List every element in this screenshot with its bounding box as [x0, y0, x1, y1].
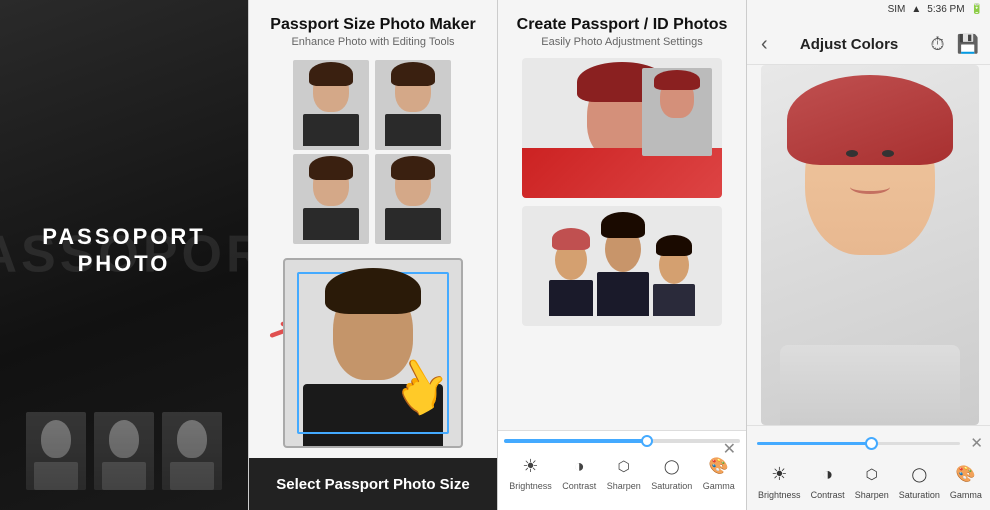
passport-photo-grid	[293, 60, 453, 244]
portrait-area	[761, 65, 979, 425]
big-hair	[325, 268, 421, 314]
saturation-tool[interactable]: ◯ Saturation	[651, 453, 692, 491]
color-slider[interactable]	[757, 442, 960, 445]
carrier-text: SIM	[888, 4, 906, 15]
brightness-label: Brightness	[509, 481, 552, 491]
panel-2-title: Passport Size Photo Maker	[270, 16, 475, 34]
panel-2-footer[interactable]: Select Passport Photo Size	[249, 458, 497, 510]
panel-2-passport-maker: Passport Size Photo Maker Enhance Photo …	[249, 0, 497, 510]
passport-thumb-2	[94, 412, 154, 490]
panel-4-toolbar: ✕ ☀ Brightness ◑ Contrast ⬡ Sharpen ◯ Sa…	[747, 425, 990, 510]
p4-brightness-icon: ☀	[765, 460, 793, 488]
saturation-label: Saturation	[651, 481, 692, 491]
saturation-icon: ◯	[659, 453, 685, 479]
id-small-face	[660, 76, 694, 118]
portrait-bg	[761, 65, 979, 425]
save-icon[interactable]: 💾	[957, 34, 979, 55]
passport-thumb-1	[26, 412, 86, 490]
grid-photo-2	[375, 60, 451, 150]
p4-contrast-label: Contrast	[811, 490, 845, 500]
p4-sharpen-label: Sharpen	[855, 490, 889, 500]
status-bar: SIM ▲ 5:36 PM 🔋	[747, 0, 990, 19]
right-eye	[882, 150, 894, 157]
time-text: 5:36 PM	[927, 4, 964, 15]
brightness-tool[interactable]: ☀ Brightness	[509, 453, 552, 491]
sharpen-icon: ⬡	[611, 453, 637, 479]
group-person-1	[549, 240, 593, 316]
brightness-slider[interactable]	[504, 439, 740, 443]
id-photo-bottom	[522, 206, 722, 326]
p4-saturation-icon: ◯	[905, 460, 933, 488]
title-line2: PHOTO	[78, 251, 171, 276]
panel-2-subtitle: Enhance Photo with Editing Tools	[291, 36, 454, 48]
color-slider-thumb[interactable]	[865, 437, 878, 450]
grid-photo-3	[293, 154, 369, 244]
toolbar-close-button[interactable]: ✕	[723, 439, 736, 459]
passport-thumb-3	[162, 412, 222, 490]
group-photo	[522, 206, 722, 326]
left-eye	[846, 150, 858, 157]
p4-saturation-label: Saturation	[899, 490, 940, 500]
p4-contrast-icon: ◑	[814, 460, 842, 488]
panel-3-title: Create Passport / ID Photos	[517, 16, 728, 34]
p4-gamma-tool[interactable]: 🎨 Gamma	[950, 460, 982, 500]
p4-contrast-tool[interactable]: ◑ Contrast	[811, 460, 845, 500]
gamma-label: Gamma	[703, 481, 735, 491]
contrast-icon: ◑	[566, 453, 592, 479]
panel-2-footer-text: Select Passport Photo Size	[276, 476, 469, 493]
sharpen-label: Sharpen	[607, 481, 641, 491]
p4-brightness-label: Brightness	[758, 490, 801, 500]
title-line1: PASSOPORT	[42, 224, 206, 249]
passport-thumbnail-strip	[26, 412, 222, 490]
p4-saturation-tool[interactable]: ◯ Saturation	[899, 460, 940, 500]
panel-4-adjust-colors: SIM ▲ 5:36 PM 🔋 ‹ Adjust Colors ⏱ 💾	[747, 0, 990, 510]
p4-close-button[interactable]: ✕	[970, 434, 983, 452]
back-button[interactable]: ‹	[761, 33, 768, 56]
panel-1-dark: PASSOPORT PASSOPORT PHOTO	[0, 0, 248, 510]
portrait-eyes	[846, 150, 894, 157]
panel-3-id-photos: Create Passport / ID Photos Easily Photo…	[498, 0, 746, 510]
toolbar-icons: ☀ Brightness ◑ Contrast ⬡ Sharpen ◯ Satu…	[504, 453, 740, 491]
portrait-face	[805, 95, 935, 255]
battery-icon: 🔋	[971, 4, 983, 15]
brightness-icon: ☀	[518, 453, 544, 479]
panel-3-subtitle: Easily Photo Adjustment Settings	[541, 36, 702, 48]
wifi-text: ▲	[911, 4, 921, 15]
id-small-hair	[654, 70, 700, 90]
id-small-card	[642, 68, 712, 156]
page-title: Adjust Colors	[800, 36, 898, 53]
p4-gamma-label: Gamma	[950, 490, 982, 500]
p4-toolbar-icons: ☀ Brightness ◑ Contrast ⬡ Sharpen ◯ Satu…	[753, 460, 987, 500]
p4-gamma-icon: 🎨	[952, 460, 980, 488]
panel-1-title: PASSOPORT PHOTO	[42, 223, 206, 278]
group-person-3	[653, 246, 695, 316]
p4-sharpen-tool[interactable]: ⬡ Sharpen	[855, 460, 889, 500]
panel-3-toolbar: ✕ ☀ Brightness ◑ Contrast ⬡ Sharpen ◯ Sa…	[498, 430, 746, 510]
history-icon[interactable]: ⏱	[931, 34, 945, 55]
group-person-2	[597, 226, 649, 316]
portrait-body	[780, 345, 960, 425]
panel-4-header: ‹ Adjust Colors ⏱ 💾	[747, 19, 990, 65]
brightness-thumb[interactable]	[641, 435, 653, 447]
grid-photo-1	[293, 60, 369, 150]
p4-sharpen-icon: ⬡	[858, 460, 886, 488]
contrast-tool[interactable]: ◑ Contrast	[562, 453, 596, 491]
color-slider-row: ✕	[753, 434, 987, 452]
sharpen-tool[interactable]: ⬡ Sharpen	[607, 453, 641, 491]
id-photo-top	[522, 58, 722, 198]
big-photo-frame: 👆	[283, 258, 463, 448]
grid-photo-4	[375, 154, 451, 244]
header-actions: ⏱ 💾	[931, 34, 979, 55]
portrait-smile	[850, 180, 890, 194]
p4-brightness-tool[interactable]: ☀ Brightness	[758, 460, 801, 500]
contrast-label: Contrast	[562, 481, 596, 491]
